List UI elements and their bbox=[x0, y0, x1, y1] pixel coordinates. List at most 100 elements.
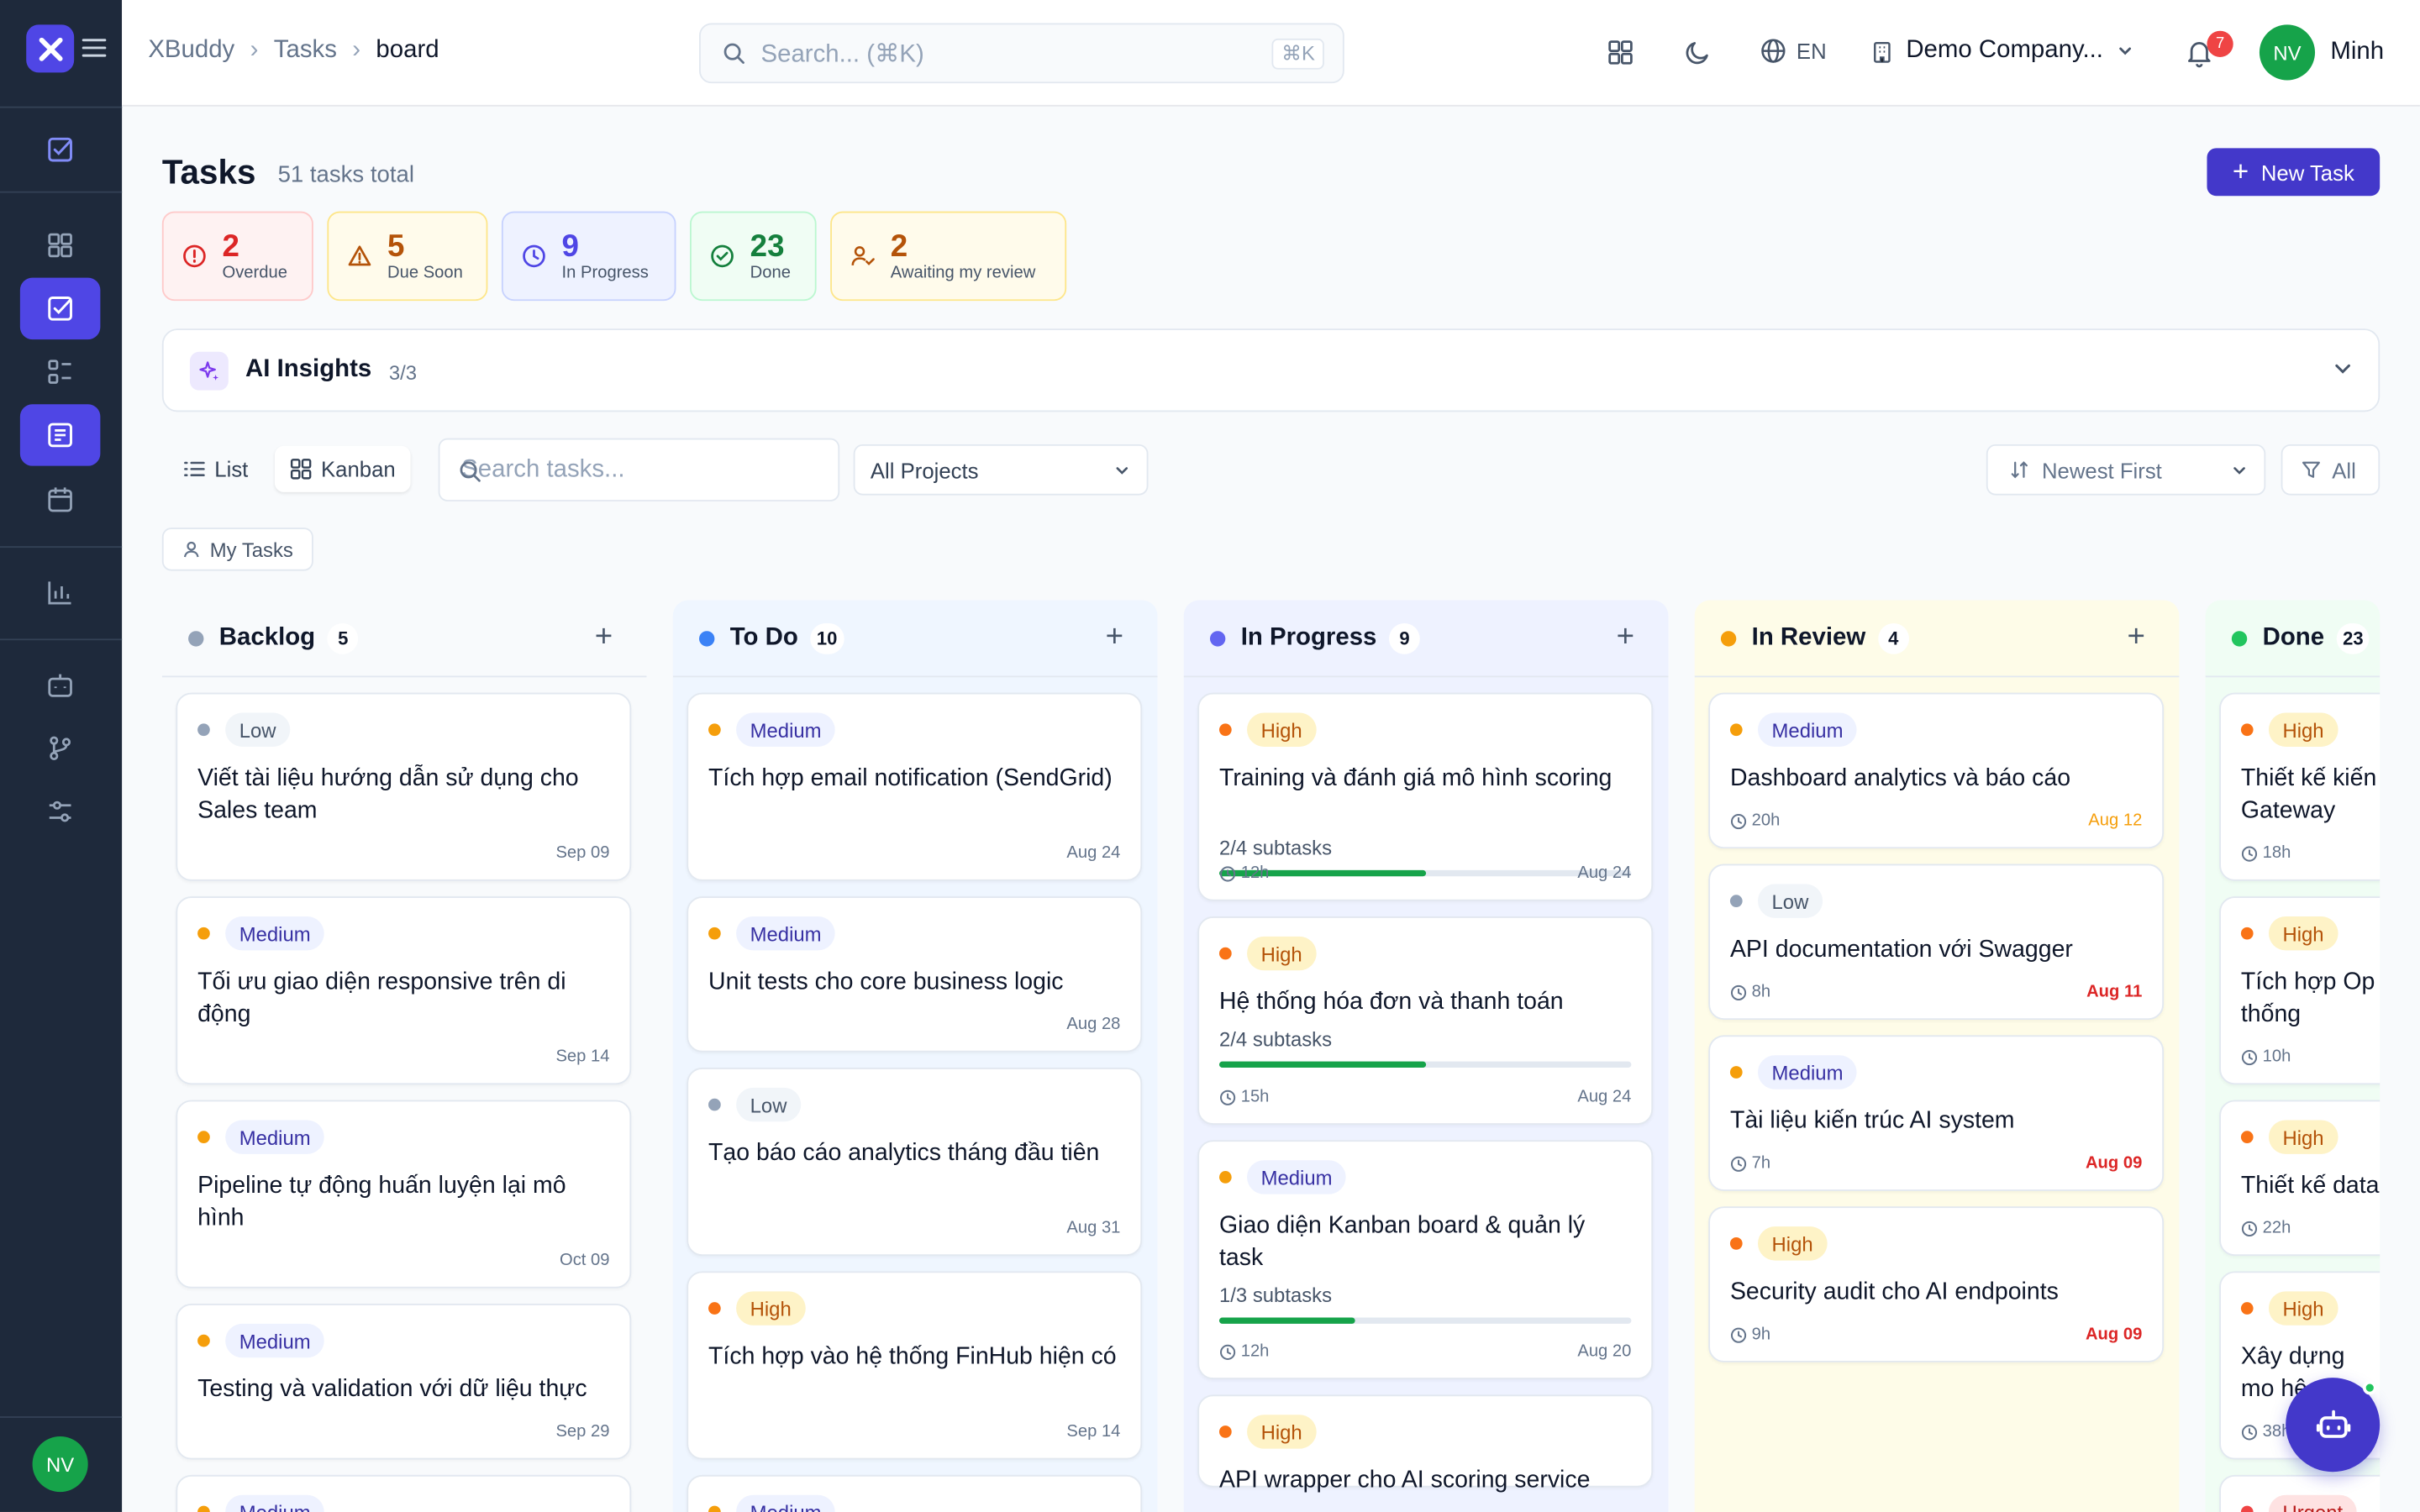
stat-due-soon[interactable]: 5 Due Soon bbox=[327, 211, 488, 302]
subtask-progress-bar bbox=[1218, 869, 1632, 877]
column-name: In Progress bbox=[1240, 623, 1377, 651]
due-date: Sep 14 bbox=[555, 1047, 610, 1067]
task-card[interactable]: Urgent bbox=[2219, 1474, 2381, 1512]
breadcrumb-item[interactable]: XBuddy bbox=[148, 37, 234, 65]
subtask-progress-fill bbox=[1218, 1061, 1426, 1068]
sidebar-item-dashboard[interactable] bbox=[20, 214, 101, 276]
task-title: Giao diện Kanban board & quản lý task bbox=[1218, 1212, 1586, 1272]
clock-icon bbox=[2241, 1424, 2258, 1440]
project-filter-select[interactable]: All Projects bbox=[853, 444, 1149, 496]
ai-insights-panel[interactable]: AI Insights 3/3 bbox=[161, 328, 2381, 412]
notifications-button[interactable]: 7 bbox=[2184, 30, 2233, 76]
language-switcher[interactable]: EN bbox=[1760, 37, 1827, 65]
project-filter-value: All Projects bbox=[870, 457, 979, 482]
task-card[interactable]: Medium Pipeline tự động huấn luyện lại m… bbox=[176, 1100, 632, 1289]
stat-overdue[interactable]: 2 Overdue bbox=[161, 211, 313, 302]
company-switcher[interactable]: Demo Company... bbox=[1870, 37, 2134, 65]
time-estimate: 8h bbox=[1730, 983, 1770, 1001]
task-card[interactable]: Medium bbox=[176, 1474, 632, 1512]
time-estimate: 20h bbox=[1730, 811, 1780, 830]
sort-select[interactable]: Newest First bbox=[1986, 444, 2266, 496]
stat-awaiting-review[interactable]: 2 Awaiting my review bbox=[830, 211, 1067, 302]
column-status-dot bbox=[699, 630, 715, 646]
tab-kanban[interactable]: Kanban bbox=[274, 445, 412, 492]
task-card[interactable]: Medium bbox=[687, 1474, 1143, 1512]
sidebar-item-calendar[interactable] bbox=[20, 469, 101, 530]
add-card-button[interactable]: + bbox=[595, 620, 613, 655]
add-card-button[interactable]: + bbox=[2128, 620, 2145, 655]
task-card[interactable]: Low Viết tài liệu hướng dẫn sử dụng cho … bbox=[176, 692, 632, 881]
chevron-down-icon[interactable] bbox=[2332, 358, 2354, 387]
sidebar-item-settings[interactable] bbox=[20, 780, 101, 842]
task-card[interactable]: Medium Tích hợp email notification (Send… bbox=[687, 692, 1143, 881]
task-card[interactable]: Medium Tối ưu giao diện responsive trên … bbox=[176, 896, 632, 1085]
task-card[interactable]: High Thiết kế kiến Gateway 18h bbox=[2219, 692, 2381, 881]
dashboard-icon bbox=[48, 233, 72, 258]
task-card[interactable]: High Security audit cho AI endpoints 9h … bbox=[1708, 1206, 2165, 1362]
task-title: Security audit cho AI endpoints bbox=[1729, 1278, 2059, 1305]
task-card[interactable]: High Thiết kế data 22h bbox=[2219, 1100, 2381, 1257]
priority-dot bbox=[197, 1334, 210, 1347]
priority-badge: Medium bbox=[1247, 1160, 1347, 1194]
sidebar-item-list[interactable] bbox=[20, 341, 101, 402]
task-card[interactable]: Low API documentation với Swagger 8h Aug… bbox=[1708, 864, 2165, 1021]
sidebar-item-ai-bot[interactable] bbox=[20, 654, 101, 716]
new-task-label: New Task bbox=[2260, 160, 2354, 185]
tab-list[interactable]: List bbox=[168, 446, 264, 492]
sidebar-user-avatar[interactable]: NV bbox=[32, 1436, 88, 1493]
task-title: Tài liệu kiến trúc AI system bbox=[1729, 1107, 2015, 1134]
bot-icon bbox=[48, 674, 72, 697]
sidebar-item-reports[interactable] bbox=[20, 562, 101, 623]
time-estimate-value: 12h bbox=[1240, 1341, 1270, 1361]
task-search-input[interactable]: Search tasks... bbox=[438, 438, 840, 501]
breadcrumb-item[interactable]: Tasks bbox=[274, 37, 337, 65]
stat-done[interactable]: 23 Done bbox=[690, 211, 817, 302]
priority-dot bbox=[1218, 947, 1232, 960]
dark-mode-moon-icon[interactable] bbox=[1679, 34, 1716, 71]
kanban-column-header: In Review 4 + bbox=[1694, 600, 2180, 678]
time-estimate: 12h bbox=[1219, 1342, 1269, 1361]
stats-row: 2 Overdue 5 Due Soon 9 In Progress 23 Done 2… bbox=[161, 211, 1067, 302]
column-count: 5 bbox=[327, 622, 359, 654]
priority-indicator: High bbox=[2240, 1291, 2338, 1326]
task-card[interactable]: Medium Giao diện Kanban board & quản lý … bbox=[1197, 1140, 1654, 1380]
filter-button[interactable]: All bbox=[2281, 444, 2381, 496]
task-card[interactable]: Medium Unit tests cho core business logi… bbox=[687, 896, 1143, 1053]
task-card[interactable]: Medium Dashboard analytics và báo cáo 20… bbox=[1708, 692, 2165, 849]
add-card-button[interactable]: + bbox=[1106, 620, 1123, 655]
app-logo-icon[interactable] bbox=[26, 24, 75, 73]
priority-badge: High bbox=[2268, 916, 2338, 951]
task-card[interactable]: High Tích hợp Op thống 10h bbox=[2219, 896, 2381, 1085]
task-card[interactable]: High Hệ thống hóa đơn và thanh toán 2/4 s… bbox=[1197, 916, 1654, 1125]
task-card[interactable]: Medium Tài liệu kiến trúc AI system 7h A… bbox=[1708, 1035, 2165, 1191]
column-name: Backlog bbox=[218, 623, 316, 651]
apps-grid-icon[interactable] bbox=[1602, 34, 1639, 71]
task-card[interactable]: High API wrapper cho AI scoring service bbox=[1197, 1394, 1654, 1494]
ai-assistant-button[interactable] bbox=[2286, 1378, 2381, 1473]
sidebar-item-tasks-quick[interactable] bbox=[20, 118, 101, 180]
task-card[interactable]: Medium Testing và validation với dữ liệu… bbox=[176, 1304, 632, 1460]
user-menu[interactable]: NV Minh bbox=[2259, 24, 2384, 81]
sidebar-item-documents[interactable] bbox=[19, 404, 101, 466]
my-tasks-filter[interactable]: My Tasks bbox=[161, 528, 313, 571]
task-card[interactable]: High Training và đánh giá mô hình scorin… bbox=[1197, 692, 1654, 901]
menu-icon[interactable] bbox=[82, 37, 107, 66]
sidebar-item-git[interactable] bbox=[20, 717, 101, 779]
kanban-column: In Progress 9 + High Training và đánh gi… bbox=[1183, 600, 1669, 1512]
stat-in-progress[interactable]: 9 In Progress bbox=[501, 211, 676, 302]
new-task-button[interactable]: + New Task bbox=[2207, 148, 2381, 197]
add-card-button[interactable]: + bbox=[1617, 620, 1634, 655]
clock-icon bbox=[2241, 1220, 2258, 1236]
due-date: Aug 20 bbox=[1577, 1341, 1632, 1361]
column-count: 4 bbox=[1877, 622, 1909, 654]
priority-indicator: Low bbox=[708, 1087, 801, 1122]
column-status-dot bbox=[1209, 630, 1226, 646]
time-estimate-value: 12h bbox=[1240, 864, 1270, 883]
task-card[interactable]: High Tích hợp vào hệ thống FinHub hiện c… bbox=[687, 1271, 1143, 1460]
global-search-input[interactable]: Search... (⌘K) ⌘K bbox=[699, 23, 1344, 84]
priority-dot bbox=[2240, 927, 2254, 940]
page-subtitle: 51 tasks total bbox=[277, 161, 414, 189]
task-card[interactable]: Low Tạo báo cáo analytics tháng đầu tiên… bbox=[687, 1067, 1143, 1257]
sidebar-item-tasks[interactable] bbox=[19, 277, 101, 340]
stat-label: Overdue bbox=[222, 264, 287, 283]
